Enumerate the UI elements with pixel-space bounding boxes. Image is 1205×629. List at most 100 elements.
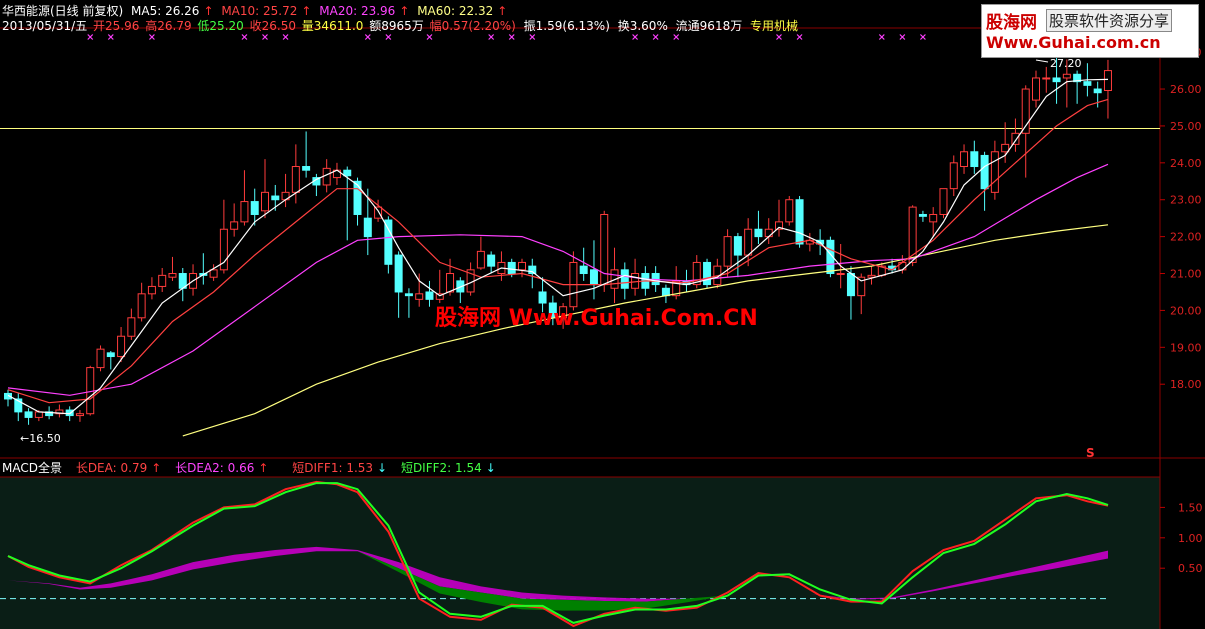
candle-down: [487, 254, 496, 267]
signal-x-marker: [919, 34, 926, 40]
arrow-down-icon: ↓: [485, 461, 496, 475]
signal-x-marker: [262, 34, 268, 40]
candle-up: [127, 317, 136, 337]
candle-up: [209, 269, 218, 278]
macd-dea2: 长DEA2: 0.66 ↑: [175, 461, 268, 475]
candle-down: [384, 219, 393, 265]
candle-up: [240, 201, 249, 223]
candle-up: [908, 206, 917, 263]
ma5-value: MA5: 26.26 ↑: [131, 4, 213, 18]
signal-x-marker: [529, 34, 536, 40]
candle-up: [1032, 77, 1040, 101]
candle-down: [980, 154, 989, 190]
macd-diff1-text: 短DIFF1: 1.53: [292, 461, 374, 475]
candle-up: [785, 199, 794, 223]
candle-up: [1103, 70, 1112, 92]
signal-x-marker: [107, 34, 114, 40]
candle-up: [960, 151, 969, 168]
candle-up: [764, 228, 773, 238]
watermark-logo: 股海网 股票软件资源分享 Www.Guhai.com.cn: [981, 4, 1199, 58]
bar-close: 收26.50: [249, 19, 296, 33]
candle-up: [1042, 77, 1051, 80]
candle-down: [507, 261, 516, 275]
ma60-text: MA60: 22.32: [417, 4, 494, 18]
candle-down: [754, 228, 763, 238]
ma5-text: MA5: 26.26: [131, 4, 200, 18]
s-marker: S: [1086, 446, 1095, 460]
candle-down: [579, 265, 588, 275]
candle-up: [147, 285, 156, 295]
candle-up: [415, 293, 424, 300]
candle-down: [846, 273, 855, 297]
stock-name: 华西能源(日线 前复权): [2, 4, 124, 18]
arrow-down-icon: ↓: [377, 461, 388, 475]
price-tick-label: 26.00: [1170, 83, 1202, 96]
candle-up: [96, 348, 105, 369]
candle-down: [970, 151, 979, 168]
macd-diff1: 短DIFF1: 1.53 ↓: [292, 461, 387, 475]
candle-down: [363, 217, 372, 238]
candle-down: [24, 411, 33, 418]
candle-up: [1011, 132, 1020, 145]
candle-down: [703, 261, 712, 286]
candle-up: [168, 273, 177, 278]
signal-x-marker: [488, 34, 495, 40]
header-line-2: 2013/05/31/五 开25.96 高26.79 低25.20 收26.50…: [2, 17, 802, 34]
arrow-up-icon: ↑: [203, 4, 214, 18]
arrow-up-icon: ↑: [258, 461, 269, 475]
candle-down: [661, 287, 670, 297]
candle-up: [949, 162, 958, 190]
ma5-line: [7, 78, 1109, 415]
price-tick-label: 19.00: [1170, 341, 1202, 354]
price-tick-label: 22.00: [1170, 231, 1202, 244]
bar-date: 2013/05/31/五: [2, 19, 88, 33]
macd-dea-text: 长DEA: 0.79: [75, 461, 148, 475]
bar-turnover: 换3.60%: [617, 19, 668, 33]
watermark-logo-url: Www.Guhai.com.cn: [986, 33, 1161, 52]
candle-down: [106, 352, 115, 358]
signal-x-marker: [426, 34, 433, 40]
candle-down: [353, 180, 362, 215]
signal-x-marker: [796, 34, 803, 40]
candle-down: [1052, 77, 1061, 83]
candle-up: [518, 261, 526, 271]
candle-down: [795, 199, 804, 245]
candle-up: [723, 236, 732, 267]
price-tick-label: 21.00: [1170, 268, 1202, 281]
candle-down: [302, 166, 311, 171]
signal-x-marker: [148, 34, 155, 40]
candle-down: [343, 169, 352, 177]
candle-down: [1093, 88, 1102, 94]
candle-down: [425, 291, 434, 300]
candle-up: [75, 413, 84, 417]
candle-up: [117, 335, 126, 358]
candle-up: [1062, 73, 1071, 79]
candle-up: [990, 151, 999, 193]
signal-x-marker: [87, 34, 94, 40]
macd-diff2-text: 短DIFF2: 1.54: [400, 461, 482, 475]
candle-up: [261, 191, 269, 212]
bar-high: 高26.79: [145, 19, 192, 33]
price-tick-label: 23.00: [1170, 194, 1202, 207]
signal-x-marker: [241, 34, 248, 40]
bar-volume: 量34611.0: [301, 19, 364, 33]
signal-x-marker: [364, 34, 371, 40]
signal-x-marker: [878, 34, 885, 40]
macd-tick-label: 1.50: [1178, 501, 1203, 514]
candle-down: [65, 409, 74, 417]
signal-x-marker: [899, 34, 906, 40]
signal-x-marker: [632, 34, 639, 40]
price-tick-label: 25.00: [1170, 120, 1202, 133]
watermark-logo-slogan: 股票软件资源分享: [1046, 9, 1173, 32]
candle-up: [137, 293, 146, 319]
price-tick-label: 24.00: [1170, 157, 1202, 170]
candle-down: [589, 269, 598, 286]
arrow-up-icon: ↑: [151, 461, 162, 475]
bar-change: 幅0.57(2.20%): [429, 19, 516, 33]
candle-down: [1083, 81, 1092, 86]
candle-up: [476, 250, 485, 269]
bar-open: 开25.96: [93, 19, 140, 33]
macd-title: MACD全景: [2, 461, 62, 475]
candle-up: [744, 228, 753, 256]
ma10-text: MA10: 25.72: [221, 4, 298, 18]
